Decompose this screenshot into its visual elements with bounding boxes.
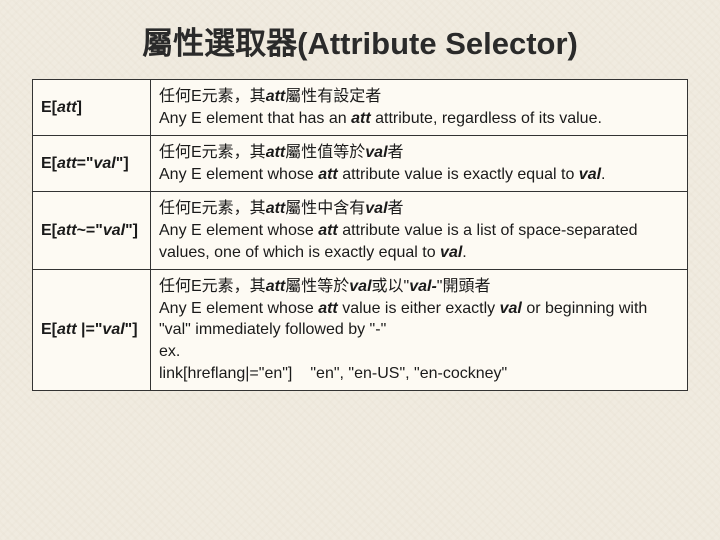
slide-title: 屬性選取器(Attribute Selector): [32, 18, 688, 63]
selector-cell: E[att="val"]: [33, 136, 151, 192]
description-cell: 任何E元素，其att屬性值等於val者 Any E element whose …: [151, 136, 688, 192]
description-cell: 任何E元素，其att屬性有設定者 Any E element that has …: [151, 80, 688, 136]
description-cell: 任何E元素，其att屬性等於val或以"val-"開頭者 Any E eleme…: [151, 270, 688, 391]
selector-cell: E[att~="val"]: [33, 192, 151, 270]
selector-cell: E[att]: [33, 80, 151, 136]
description-cell: 任何E元素，其att屬性中含有val者 Any E element whose …: [151, 192, 688, 270]
selector-cell: E[att |="val"]: [33, 270, 151, 391]
table-row: E[att="val"] 任何E元素，其att屬性值等於val者 Any E e…: [33, 136, 688, 192]
slide: 屬性選取器(Attribute Selector) E[att] 任何E元素，其…: [0, 0, 720, 540]
table-row: E[att] 任何E元素，其att屬性有設定者 Any E element th…: [33, 80, 688, 136]
table-row: E[att~="val"] 任何E元素，其att屬性中含有val者 Any E …: [33, 192, 688, 270]
selector-table: E[att] 任何E元素，其att屬性有設定者 Any E element th…: [32, 79, 688, 391]
table-row: E[att |="val"] 任何E元素，其att屬性等於val或以"val-"…: [33, 270, 688, 391]
